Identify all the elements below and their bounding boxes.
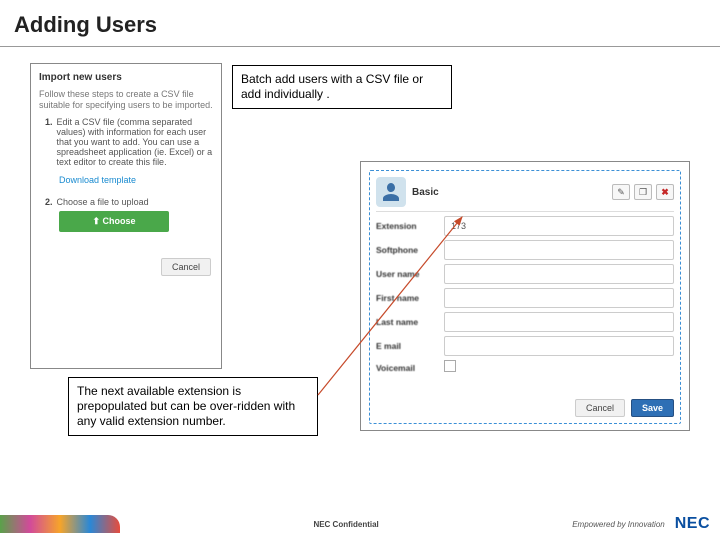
add-user-form-panel: Basic ✎ ❐ ✖ Extension Softphone User nam… [360, 161, 690, 431]
download-template-link[interactable]: Download template [59, 175, 136, 185]
extension-input[interactable] [444, 216, 674, 236]
lastname-label: Last name [376, 317, 444, 327]
callout-batch-csv: Batch add users with a CSV file or add i… [232, 65, 452, 109]
voicemail-label: Voicemail [376, 363, 444, 373]
avatar-icon [376, 177, 406, 207]
step-1-number: 1. [45, 117, 53, 167]
softphone-label: Softphone [376, 245, 444, 255]
slide-title: Adding Users [0, 0, 720, 46]
title-divider [0, 46, 720, 47]
choose-file-button[interactable]: Choose [59, 211, 169, 232]
import-intro-text: Follow these steps to create a CSV file … [39, 89, 213, 111]
confidential-label: NEC Confidential [120, 520, 572, 529]
step-2-text: Choose a file to upload [57, 197, 213, 207]
softphone-input[interactable] [444, 240, 674, 260]
delete-icon[interactable]: ✖ [656, 184, 674, 200]
nec-logo: NEC [675, 515, 710, 533]
firstname-label: First name [376, 293, 444, 303]
edit-icon[interactable]: ✎ [612, 184, 630, 200]
copy-icon[interactable]: ❐ [634, 184, 652, 200]
form-save-button[interactable]: Save [631, 399, 674, 417]
slide-footer: NEC Confidential Empowered by Innovation… [0, 508, 720, 540]
import-panel-title: Import new users [39, 72, 213, 83]
import-users-panel: Import new users Follow these steps to c… [30, 63, 222, 369]
form-cancel-button[interactable]: Cancel [575, 399, 625, 417]
extension-label: Extension [376, 221, 444, 231]
user-card-name: Basic [412, 187, 439, 198]
import-cancel-button[interactable]: Cancel [161, 258, 211, 276]
callout-extension-prepopulated: The next available extension is prepopul… [68, 377, 318, 436]
username-label: User name [376, 269, 444, 279]
voicemail-checkbox[interactable] [444, 360, 456, 372]
email-label: E mail [376, 341, 444, 351]
username-input[interactable] [444, 264, 674, 284]
firstname-input[interactable] [444, 288, 674, 308]
step-1-text: Edit a CSV file (comma separated values)… [57, 117, 213, 167]
footer-accent-bar [0, 515, 120, 533]
step-2-number: 2. [45, 197, 53, 207]
lastname-input[interactable] [444, 312, 674, 332]
footer-tagline: Empowered by Innovation [572, 520, 665, 529]
email-input[interactable] [444, 336, 674, 356]
